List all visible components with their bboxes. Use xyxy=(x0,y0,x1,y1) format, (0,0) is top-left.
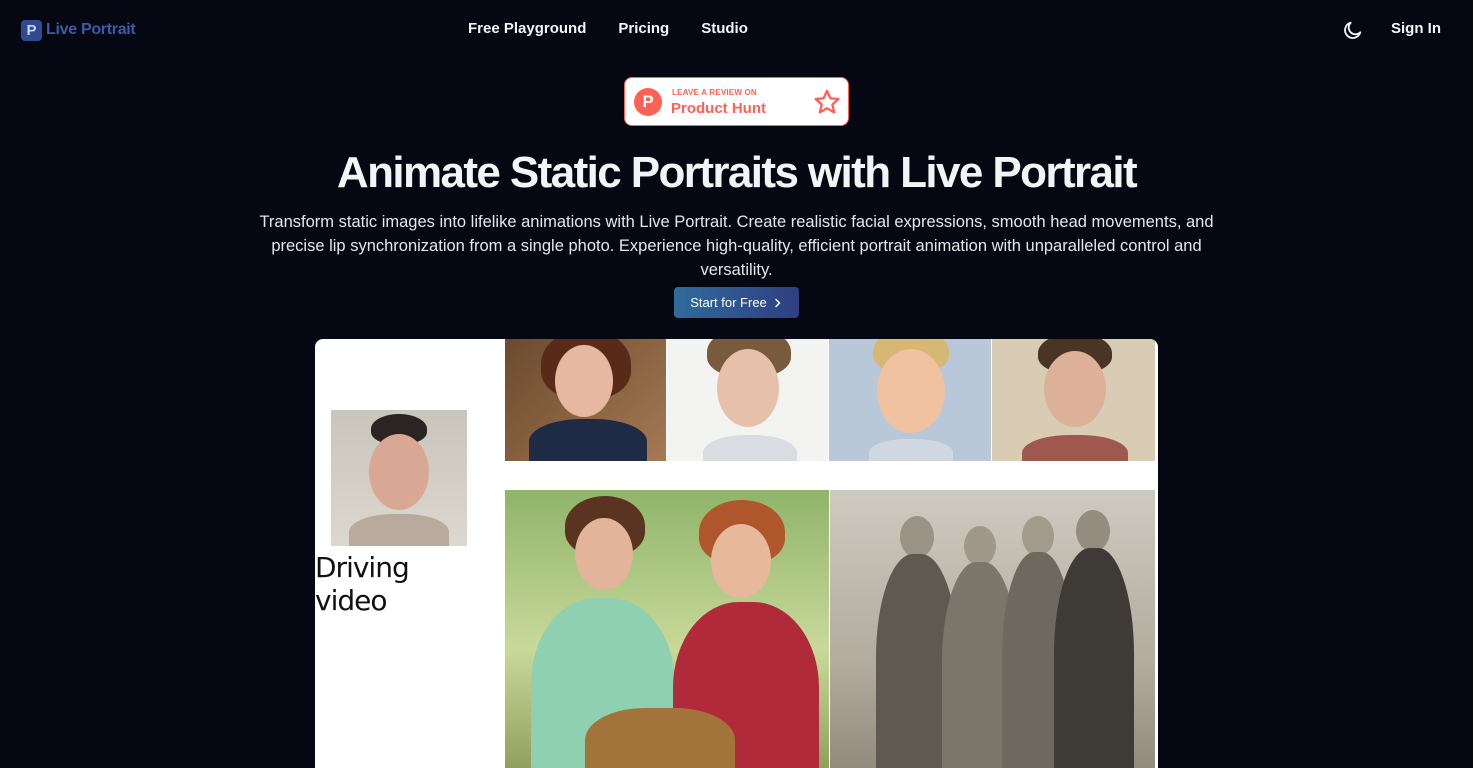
cta-label: Start for Free xyxy=(690,295,767,310)
main-nav: Free Playground Pricing Studio xyxy=(468,20,748,37)
star-icon xyxy=(814,89,840,114)
badge-name: Product Hunt xyxy=(671,100,766,117)
face-shape xyxy=(717,349,779,427)
face-shape xyxy=(877,349,945,433)
chevron-right-icon xyxy=(775,298,781,307)
portrait-thumbnail-3 xyxy=(829,339,991,461)
moon-icon xyxy=(1344,21,1362,39)
body-shape xyxy=(703,435,797,461)
product-hunt-logo-icon: P xyxy=(634,88,662,116)
nav-studio[interactable]: Studio xyxy=(701,20,748,37)
nav-free-playground[interactable]: Free Playground xyxy=(468,20,586,37)
vintage-family-photo xyxy=(830,490,1155,768)
face-shape xyxy=(369,434,429,510)
body-shape xyxy=(1054,548,1134,768)
page: P Live Portrait Free Playground Pricing … xyxy=(0,0,1473,768)
sign-in-link[interactable]: Sign In xyxy=(1391,20,1441,37)
theme-toggle-button[interactable] xyxy=(1342,19,1364,41)
face-shape xyxy=(555,345,613,417)
face-shape xyxy=(964,526,996,566)
product-hunt-badge[interactable]: P LEAVE A REVIEW ON Product Hunt xyxy=(624,77,849,126)
badge-top-text: LEAVE A REVIEW ON xyxy=(672,88,757,97)
nav-pricing[interactable]: Pricing xyxy=(618,20,669,37)
face-shape xyxy=(1076,510,1110,552)
driving-video-label: Driving video xyxy=(315,551,410,617)
driving-video-thumbnail xyxy=(331,410,467,546)
body-shape xyxy=(869,439,953,461)
group-photo-two-women xyxy=(505,490,829,768)
hero-description: Transform static images into lifelike an… xyxy=(259,213,1214,279)
face-shape xyxy=(575,518,633,590)
face-shape xyxy=(1044,351,1106,427)
product-hunt-logo-letter: P xyxy=(642,92,654,111)
hero-title: Animate Static Portraits with Live Portr… xyxy=(336,148,1138,197)
site-header: P Live Portrait Free Playground Pricing … xyxy=(0,0,1473,60)
face-shape xyxy=(900,516,934,558)
basket-shape xyxy=(585,708,735,768)
body-shape xyxy=(1022,435,1128,461)
face-shape xyxy=(711,524,771,598)
logo-icon: P xyxy=(21,19,42,41)
portrait-thumbnail-2 xyxy=(667,339,828,461)
logo-link[interactable]: P Live Portrait xyxy=(21,19,136,41)
face-shape xyxy=(1022,516,1054,556)
portrait-thumbnail-1 xyxy=(505,339,666,461)
body-shape xyxy=(349,514,449,546)
logo-mark-letter: P xyxy=(26,21,37,39)
start-for-free-button[interactable]: Start for Free xyxy=(674,287,799,318)
demo-preview-image: Driving video xyxy=(315,339,1158,768)
body-shape xyxy=(529,419,647,461)
logo-text: Live Portrait xyxy=(46,21,136,38)
portrait-thumbnail-4 xyxy=(992,339,1155,461)
